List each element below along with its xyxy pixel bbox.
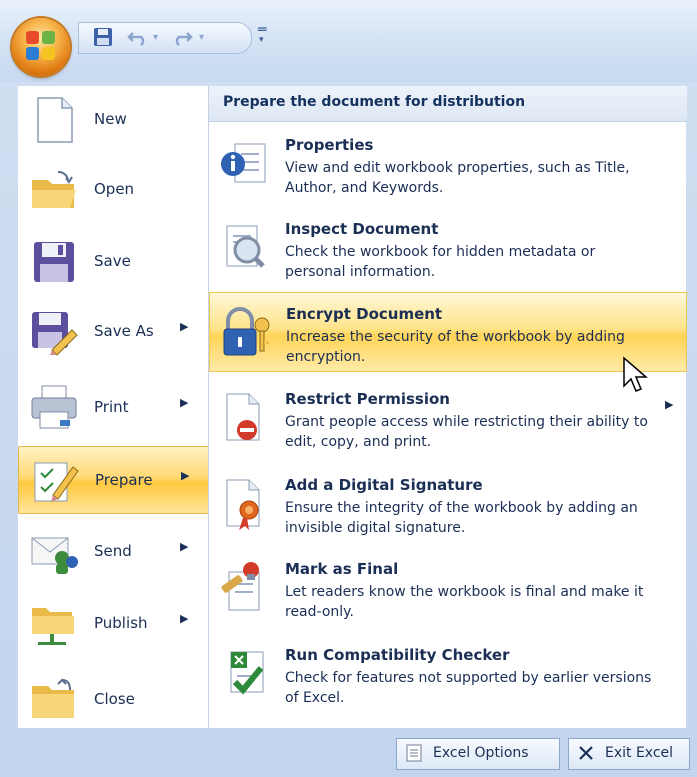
- prepare-pen-icon: [31, 457, 79, 505]
- redo-dropdown-icon[interactable]: ▾: [199, 27, 204, 49]
- submenu-header-text: Prepare the document for distribution: [223, 94, 526, 110]
- title-bar: ▾ ▾ ═ ▾: [0, 0, 697, 82]
- save-as-icon: [30, 308, 78, 356]
- menu-item-new[interactable]: New: [18, 86, 210, 154]
- save-disk-icon: [30, 238, 78, 286]
- menu-item-save-as[interactable]: Save As ▶: [18, 298, 210, 366]
- undo-dropdown-icon[interactable]: ▾: [153, 27, 158, 49]
- printer-icon: [30, 384, 78, 432]
- undo-icon[interactable]: [127, 27, 149, 49]
- menu-item-send[interactable]: Send ▶: [18, 518, 210, 586]
- restrict-permission-icon: [217, 390, 273, 446]
- menu-item-label: Close: [94, 690, 135, 708]
- exit-excel-label: Exit Excel: [605, 745, 674, 761]
- save-icon[interactable]: [93, 27, 113, 49]
- exit-x-icon: [577, 744, 595, 762]
- submenu-arrow-icon: ▶: [180, 320, 189, 333]
- submenu-item-title: Run Compatibility Checker: [285, 646, 510, 664]
- digital-signature-icon: [217, 476, 273, 532]
- office-menu-footer: Excel Options Exit Excel: [0, 730, 697, 777]
- menu-item-label: Prepare: [95, 471, 153, 489]
- submenu-item-title: Mark as Final: [285, 560, 399, 578]
- submenu-item-description: Check the workbook for hidden metadata o…: [285, 244, 596, 280]
- submenu-item-description: Grant people access while restricting th…: [285, 414, 648, 450]
- mouse-cursor-icon: [622, 356, 649, 394]
- properties-icon: [217, 136, 273, 192]
- submenu-item-title: Properties: [285, 136, 374, 154]
- submenu-item-compatibility-checker[interactable]: Run Compatibility Checker Check for feat…: [209, 634, 687, 714]
- send-icon: [30, 528, 78, 576]
- submenu-item-restrict-permission[interactable]: Restrict Permission Grant people access …: [209, 378, 687, 458]
- menu-item-open[interactable]: Open: [18, 156, 210, 224]
- submenu-item-title: Inspect Document: [285, 220, 439, 238]
- submenu-item-digital-signature[interactable]: Add a Digital Signature Ensure the integ…: [209, 464, 687, 544]
- prepare-submenu: Prepare the document for distribution Pr…: [208, 86, 687, 728]
- submenu-arrow-icon: ▶: [665, 398, 674, 411]
- open-folder-icon: [30, 166, 78, 214]
- menu-item-label: Publish: [94, 614, 148, 632]
- publish-icon: [30, 600, 78, 648]
- office-logo-icon: [26, 31, 56, 61]
- submenu-arrow-icon: ▶: [180, 396, 189, 409]
- menu-item-label: New: [94, 110, 127, 128]
- submenu-item-inspect-document[interactable]: Inspect Document Check the workbook for …: [209, 208, 687, 288]
- submenu-item-properties[interactable]: Properties View and edit workbook proper…: [209, 124, 687, 204]
- excel-options-label: Excel Options: [433, 745, 529, 761]
- submenu-arrow-icon: ▶: [180, 612, 189, 625]
- menu-item-label: Save: [94, 252, 131, 270]
- exit-excel-button[interactable]: Exit Excel: [568, 738, 690, 770]
- office-menu-commands: New Open Save Save As ▶ Print ▶ Prepare: [18, 86, 210, 728]
- submenu-item-title: Encrypt Document: [286, 305, 443, 323]
- menu-item-label: Print: [94, 398, 129, 416]
- menu-item-print[interactable]: Print ▶: [18, 374, 210, 442]
- redo-icon[interactable]: [171, 27, 193, 49]
- menu-item-save[interactable]: Save: [18, 228, 210, 296]
- menu-item-publish[interactable]: Publish ▶: [18, 590, 210, 658]
- submenu-item-title: Add a Digital Signature: [285, 476, 483, 494]
- compatibility-checker-icon: [217, 646, 273, 702]
- submenu-header: Prepare the document for distribution: [209, 86, 687, 122]
- new-document-icon: [30, 96, 78, 144]
- submenu-item-title: Restrict Permission: [285, 390, 450, 408]
- menu-item-label: Send: [94, 542, 132, 560]
- close-folder-icon: [30, 676, 78, 724]
- mark-final-icon: [217, 560, 273, 616]
- encrypt-lock-icon: [218, 305, 274, 361]
- customize-qat-icon[interactable]: ═ ▾: [258, 22, 266, 54]
- menu-item-prepare[interactable]: Prepare ▶: [18, 446, 210, 514]
- submenu-item-description: Ensure the integrity of the workbook by …: [285, 500, 638, 536]
- menu-item-close[interactable]: Close: [18, 666, 210, 734]
- submenu-arrow-icon: ▶: [180, 540, 189, 553]
- submenu-arrow-icon: ▶: [181, 469, 190, 482]
- menu-item-label: Save As: [94, 322, 154, 340]
- excel-options-button[interactable]: Excel Options: [396, 738, 560, 770]
- submenu-item-description: Check for features not supported by earl…: [285, 670, 652, 706]
- menu-item-label: Open: [94, 180, 135, 198]
- quick-access-toolbar: ▾ ▾: [78, 22, 252, 54]
- submenu-item-description: Increase the security of the workbook by…: [286, 329, 625, 365]
- submenu-item-mark-as-final[interactable]: Mark as Final Let readers know the workb…: [209, 548, 687, 628]
- inspect-document-icon: [217, 220, 273, 276]
- office-button[interactable]: [12, 18, 70, 76]
- options-icon: [405, 744, 423, 762]
- submenu-item-description: Let readers know the workbook is final a…: [285, 584, 644, 620]
- submenu-item-encrypt-document[interactable]: Encrypt Document Increase the security o…: [209, 292, 687, 372]
- submenu-item-description: View and edit workbook properties, such …: [285, 160, 630, 196]
